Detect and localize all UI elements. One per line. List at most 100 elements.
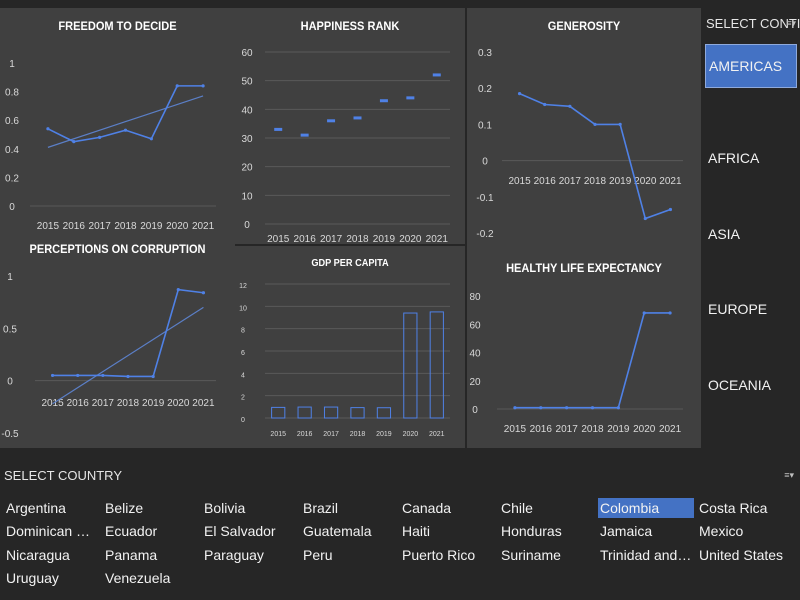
x-tick-label: 2017 — [92, 398, 115, 409]
x-tick-label: 2017 — [323, 431, 339, 438]
data-point — [590, 406, 595, 410]
slicer-options-icon[interactable]: ≡▾ — [784, 470, 794, 481]
y-tick-label: 1 — [7, 272, 13, 283]
data-point — [274, 127, 283, 131]
data-point — [201, 84, 205, 88]
y-tick-label: 4 — [241, 372, 245, 379]
bar — [323, 406, 339, 419]
region-label: EUROPE — [708, 301, 768, 317]
region-item-oceania[interactable]: OCEANIA — [705, 363, 797, 407]
country-item[interactable]: Panama — [103, 545, 199, 565]
x-tick-label: 2021 — [192, 221, 215, 232]
x-tick-label: 2021 — [192, 398, 215, 409]
gdp-chart: 0 2 4 6 8 10 12 2015 2016 2017 2018 2019 2020 2021 — [239, 283, 450, 438]
country-item[interactable]: Dominican Repu... — [4, 521, 100, 541]
x-tick-label: 2016 — [67, 398, 90, 409]
y-tick-label: 80 — [469, 292, 481, 303]
data-point — [379, 99, 388, 103]
data-point — [151, 374, 155, 379]
x-tick-label: 2018 — [346, 234, 369, 245]
y-tick-label: -0.2 — [476, 229, 494, 240]
x-tick-label: 2018 — [581, 424, 604, 435]
y-tick-label: 0.2 — [478, 84, 492, 95]
bar — [376, 407, 392, 419]
country-item[interactable]: Suriname — [499, 545, 595, 565]
x-tick-label: 2019 — [140, 221, 163, 232]
slicer-options-icon[interactable]: ≡▾ — [786, 18, 796, 29]
y-tick-label: 0.5 — [3, 324, 17, 335]
chart-happiness-panel: HAPPINESS RANK 0 10 20 30 40 50 60 2015 2016 2017… — [235, 8, 465, 245]
y-tick-label: 0 — [482, 157, 488, 168]
x-tick-label: 2018 — [117, 398, 140, 409]
country-item[interactable]: Mexico — [697, 521, 793, 541]
data-point — [539, 406, 543, 410]
bar — [297, 406, 312, 419]
data-point — [123, 128, 128, 132]
y-tick-label: 20 — [469, 377, 481, 388]
series-line — [519, 92, 671, 220]
x-tick-label: 2019 — [376, 431, 392, 438]
x-tick-label: 2016 — [534, 176, 557, 187]
x-tick-label: 2020 — [634, 176, 657, 187]
y-tick-label: 0 — [9, 202, 15, 213]
happiness-chart: 0 10 20 30 40 50 60 2015 2016 2017 2018 2019 2020 202… — [241, 48, 450, 245]
country-item[interactable]: Canada — [400, 498, 496, 518]
country-item[interactable]: Nicaragua — [4, 545, 100, 565]
data-point — [50, 373, 55, 378]
country-item[interactable]: Venezuela — [103, 568, 199, 588]
region-item-europe[interactable]: EUROPE — [705, 287, 797, 331]
y-tick-label: 40 — [241, 105, 253, 116]
y-tick-label: 0.2 — [5, 173, 19, 184]
country-item[interactable]: Costa Rica — [697, 498, 793, 518]
y-tick-label: 0.3 — [478, 48, 492, 59]
y-tick-label: -0.1 — [476, 193, 494, 204]
country-item[interactable]: Honduras — [499, 521, 595, 541]
country-item[interactable]: Uruguay — [4, 568, 100, 588]
country-item[interactable]: Ecuador — [103, 521, 199, 541]
country-item[interactable]: Bolivia — [202, 498, 298, 518]
country-item[interactable]: Haiti — [400, 521, 496, 541]
country-item[interactable]: Jamaica — [598, 521, 694, 541]
country-item[interactable]: El Salvador — [202, 521, 298, 541]
region-label: OCEANIA — [708, 377, 772, 393]
country-item[interactable]: Colombia — [598, 498, 694, 518]
data-point — [126, 374, 130, 379]
y-tick-label: 10 — [239, 305, 247, 312]
country-item[interactable]: Belize — [103, 498, 199, 518]
data-point — [72, 140, 76, 144]
y-tick-label: 6 — [241, 350, 245, 357]
data-point — [668, 207, 673, 212]
country-item[interactable]: Chile — [499, 498, 595, 518]
x-tick-label: 2020 — [167, 398, 190, 409]
country-item[interactable]: Paraguay — [202, 545, 298, 565]
data-point — [76, 373, 80, 378]
data-point — [175, 84, 179, 88]
continent-slicer: SELECT CONTI... ≡▾ AMERICAS AFRICA ASIA … — [701, 8, 800, 448]
data-point — [643, 216, 647, 221]
region-item-americas[interactable]: AMERICAS — [705, 44, 797, 88]
data-point — [616, 406, 620, 410]
data-point — [642, 311, 646, 315]
x-tick-label: 2020 — [403, 431, 419, 438]
country-item[interactable]: Trinidad and To... — [598, 545, 694, 565]
data-point — [568, 104, 572, 108]
x-tick-label: 2018 — [350, 431, 366, 438]
y-tick-label: 50 — [241, 77, 253, 88]
region-item-africa[interactable]: AFRICA — [705, 136, 797, 180]
x-tick-label: 2019 — [609, 176, 632, 187]
country-item[interactable]: Brazil — [301, 498, 397, 518]
chart-freedom-panel: FREEDOM TO DECIDE 0 0.2 0.4 0.6 0.8 1 2015 2016… — [0, 8, 235, 236]
data-point — [327, 119, 336, 123]
x-tick-label: 2015 — [267, 234, 290, 245]
x-tick-label: 2021 — [429, 431, 445, 438]
country-item[interactable]: Guatemala — [301, 521, 397, 541]
data-point — [565, 406, 569, 410]
y-tick-label: 20 — [241, 163, 253, 174]
country-item[interactable]: United States — [697, 545, 793, 565]
region-item-asia[interactable]: ASIA — [705, 212, 797, 256]
x-tick-label: 2020 — [399, 234, 422, 245]
x-tick-label: 2016 — [530, 424, 553, 435]
country-item[interactable]: Argentina — [4, 498, 100, 518]
country-item[interactable]: Puerto Rico — [400, 545, 496, 565]
country-item[interactable]: Peru — [301, 545, 397, 565]
